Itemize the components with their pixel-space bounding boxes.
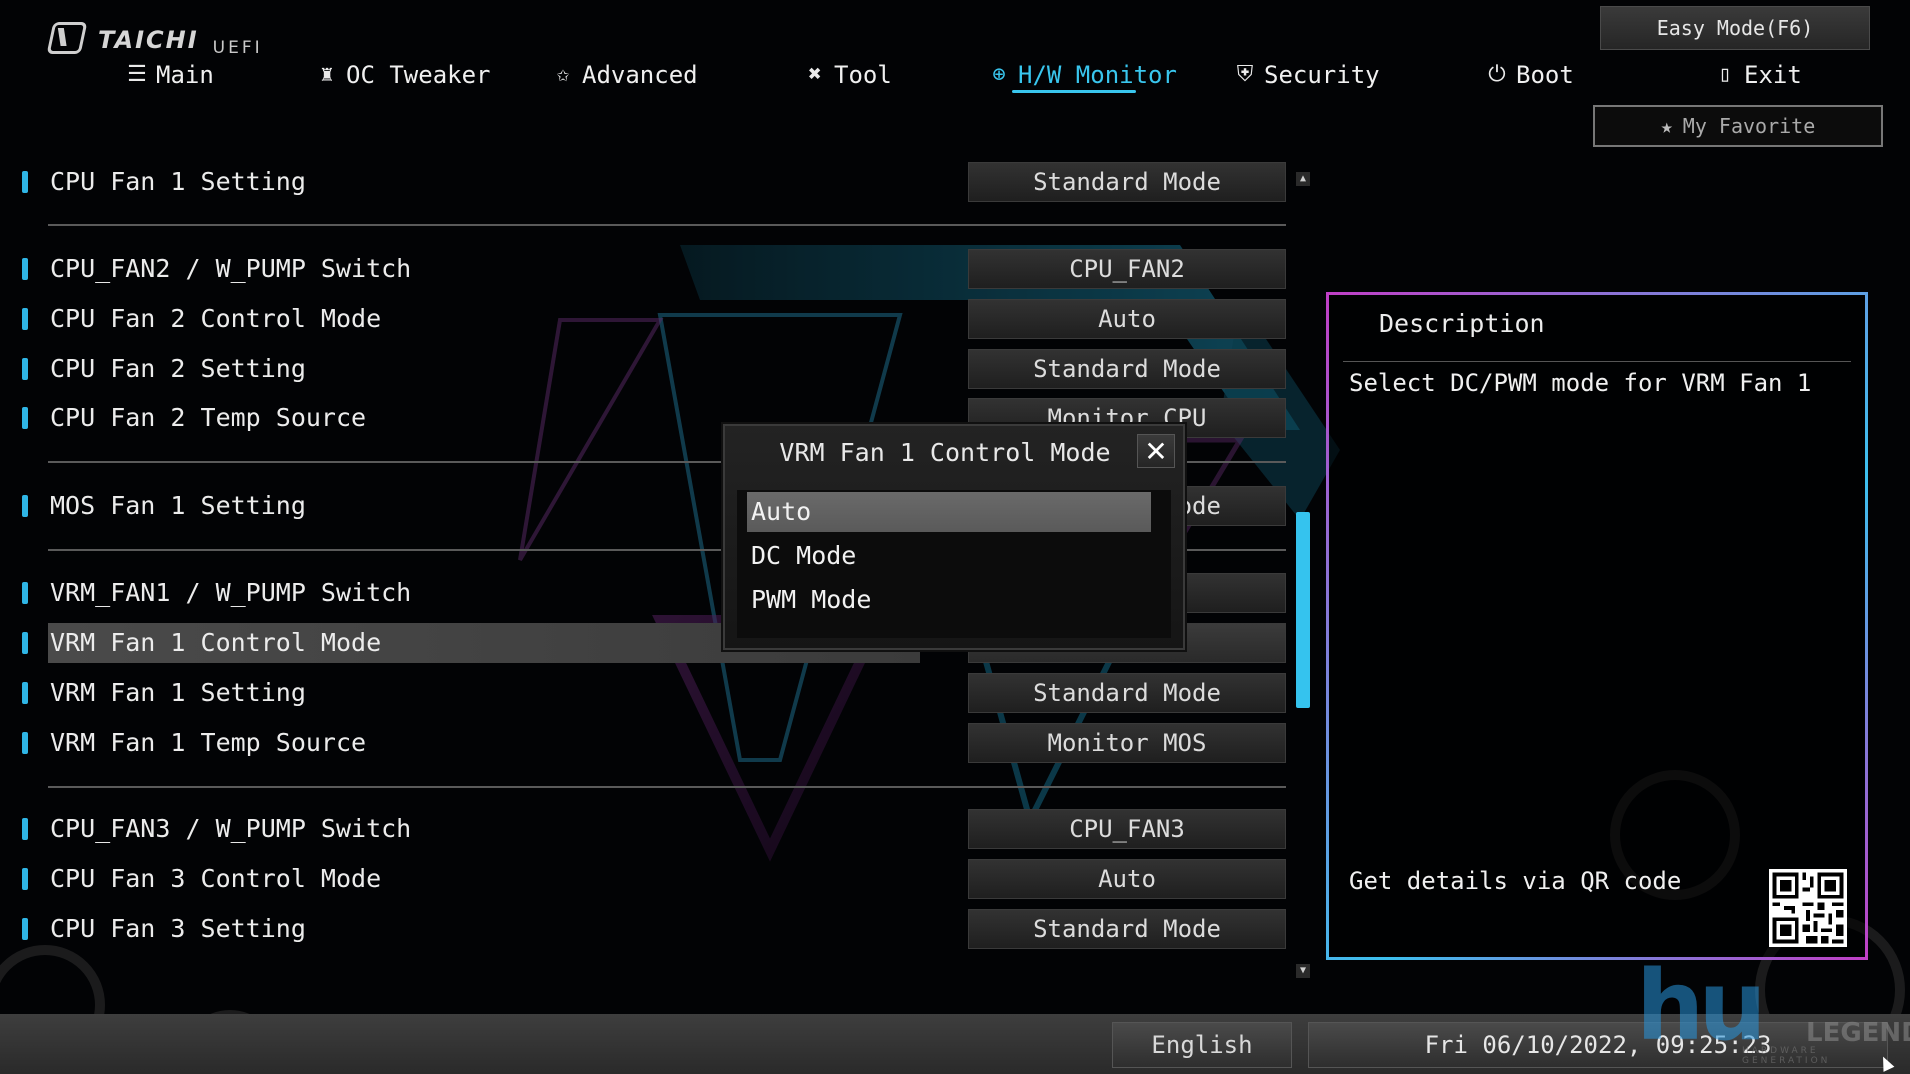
tab-tool[interactable]: ✖ Tool [802, 56, 891, 94]
setting-label: CPU Fan 2 Control Mode [50, 304, 382, 333]
divider [1343, 361, 1851, 362]
divider [48, 786, 1286, 788]
setting-value-button[interactable]: CPU_FAN2 [968, 249, 1286, 289]
brand-name: TAICHI [98, 26, 199, 54]
setting-value-button[interactable]: Auto [968, 299, 1286, 339]
taichi-logo-icon [46, 22, 88, 54]
setting-label: CPU_FAN2 / W_PUMP Switch [50, 254, 412, 283]
star-filled-icon: ★ [1660, 114, 1673, 138]
option-dc-mode[interactable]: DC Mode [747, 536, 1151, 576]
my-favorite-button[interactable]: ★ My Favorite [1593, 105, 1883, 147]
tab-hw-monitor[interactable]: ⊕ H/W Monitor [986, 56, 1177, 94]
brand-logo: TAICHI UEFI [46, 14, 263, 58]
setting-label: VRM Fan 1 Setting [50, 678, 306, 707]
setting-row[interactable]: CPU Fan 3 Setting Standard Mode [20, 909, 1286, 949]
option-pwm-mode[interactable]: PWM Mode [747, 580, 1151, 620]
popup-title: VRM Fan 1 Control Mode [779, 438, 1111, 467]
tab-security[interactable]: ⛨ Security [1232, 56, 1380, 94]
row-marker [22, 732, 28, 754]
setting-label: CPU Fan 1 Setting [50, 167, 306, 196]
tools-icon: ✖ [808, 62, 822, 87]
setting-label: VRM_FAN1 / W_PUMP Switch [50, 578, 412, 607]
star-icon: ✩ [556, 62, 570, 87]
setting-value-button[interactable]: Auto [968, 859, 1286, 899]
rocket-icon: ♜ [320, 62, 334, 87]
setting-value-button[interactable]: Monitor MOS [968, 723, 1286, 763]
tab-boot[interactable]: ⏻ Boot [1484, 56, 1574, 94]
row-marker [22, 407, 28, 429]
scroll-up-arrow-icon[interactable]: ▲ [1296, 172, 1310, 186]
row-marker [22, 358, 28, 380]
active-tab-underline [1012, 90, 1136, 93]
setting-row[interactable]: CPU Fan 1 Setting Standard Mode [20, 162, 1286, 202]
easy-mode-button[interactable]: Easy Mode(F6) [1600, 6, 1870, 50]
power-icon: ⏻ [1488, 62, 1506, 87]
tab-exit[interactable]: ▯ Exit [1712, 56, 1801, 94]
divider [48, 224, 1286, 226]
brand-sub: UEFI [212, 38, 263, 58]
row-marker [22, 171, 28, 193]
close-icon[interactable]: ✕ [1137, 434, 1175, 468]
tab-oc-tweaker[interactable]: ♜ OC Tweaker [314, 56, 490, 94]
description-text: Select DC/PWM mode for VRM Fan 1 [1349, 369, 1812, 397]
tab-advanced[interactable]: ✩ Advanced [550, 56, 697, 94]
setting-value-button[interactable]: CPU_FAN3 [968, 809, 1286, 849]
qr-code-icon [1769, 869, 1847, 947]
row-marker [22, 495, 28, 517]
setting-label: VRM Fan 1 Temp Source [50, 728, 367, 757]
setting-value-button[interactable]: Standard Mode [968, 349, 1286, 389]
crosshair-icon: ⊕ [992, 62, 1006, 87]
watermark-mark: hu [1636, 950, 1767, 1062]
language-button[interactable]: English [1112, 1022, 1292, 1068]
setting-row[interactable]: VRM Fan 1 Temp Source Monitor MOS [20, 723, 1286, 763]
setting-label: CPU_FAN3 / W_PUMP Switch [50, 814, 412, 843]
row-marker [22, 682, 28, 704]
shield-icon: ⛨ [1236, 62, 1254, 87]
row-marker [22, 918, 28, 940]
qr-label: Get details via QR code [1349, 867, 1682, 895]
setting-label: CPU Fan 3 Control Mode [50, 864, 382, 893]
row-marker [22, 868, 28, 890]
setting-label: VRM Fan 1 Control Mode [50, 628, 382, 657]
setting-value-button[interactable]: Standard Mode [968, 909, 1286, 949]
row-marker [22, 632, 28, 654]
popup-option-list: Auto DC Mode PWM Mode [737, 490, 1171, 638]
setting-value-button[interactable]: Standard Mode [968, 162, 1286, 202]
list-icon: ☰ [127, 62, 147, 87]
setting-label: CPU Fan 2 Setting [50, 354, 306, 383]
option-auto[interactable]: Auto [747, 492, 1151, 532]
description-panel: Description Select DC/PWM mode for VRM F… [1326, 292, 1868, 960]
setting-value-button[interactable]: Standard Mode [968, 673, 1286, 713]
setting-row[interactable]: CPU Fan 2 Control Mode Auto [20, 299, 1286, 339]
watermark-logo: hu LEGEND HARDWARE GENERATION [1636, 950, 1910, 1066]
main-nav: ☰ Main ♜ OC Tweaker ✩ Advanced ✖ Tool ⊕ … [0, 56, 1910, 96]
setting-row[interactable]: CPU Fan 3 Control Mode Auto [20, 859, 1286, 899]
setting-row[interactable]: CPU_FAN3 / W_PUMP Switch CPU_FAN3 [20, 809, 1286, 849]
tab-main[interactable]: ☰ Main [124, 56, 214, 94]
setting-row[interactable]: CPU Fan 2 Setting Standard Mode [20, 349, 1286, 389]
setting-row[interactable]: VRM Fan 1 Setting Standard Mode [20, 673, 1286, 713]
scroll-down-arrow-icon[interactable]: ▼ [1296, 964, 1310, 978]
scroll-thumb[interactable] [1296, 512, 1310, 708]
setting-label: CPU Fan 3 Setting [50, 914, 306, 943]
exit-door-icon: ▯ [1718, 62, 1732, 87]
row-marker [22, 818, 28, 840]
description-title: Description [1379, 309, 1545, 338]
setting-row[interactable]: CPU_FAN2 / W_PUMP Switch CPU_FAN2 [20, 249, 1286, 289]
option-popup: VRM Fan 1 Control Mode ✕ Auto DC Mode PW… [723, 424, 1185, 650]
watermark-name: LEGEND [1806, 1018, 1910, 1048]
row-marker [22, 582, 28, 604]
row-marker [22, 308, 28, 330]
setting-label: MOS Fan 1 Setting [50, 491, 306, 520]
row-marker [22, 258, 28, 280]
setting-label: CPU Fan 2 Temp Source [50, 403, 367, 432]
settings-scrollbar[interactable]: ▲ ▼ [1296, 172, 1310, 978]
